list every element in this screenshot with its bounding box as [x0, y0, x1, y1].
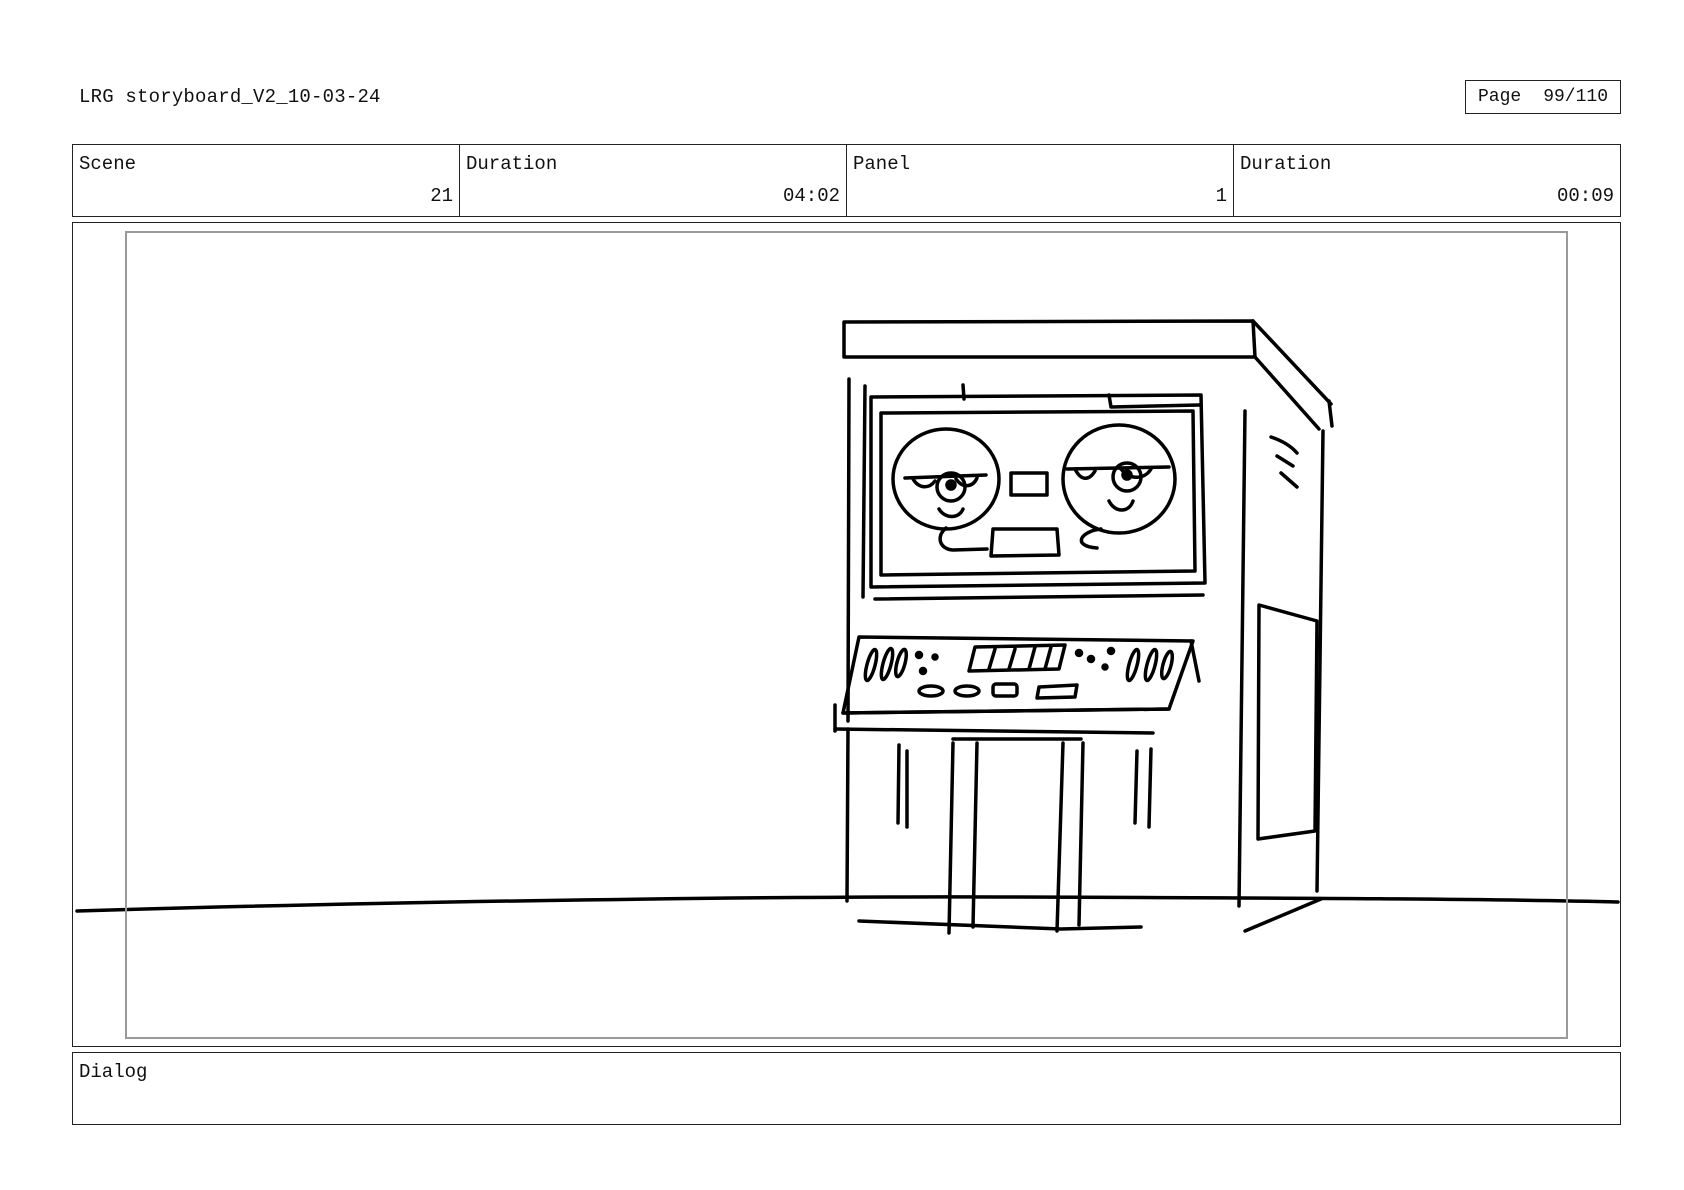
- panel-info-table: Scene 21 Duration 04:02 Panel 1 Duration…: [72, 144, 1621, 217]
- page-number: 99/110: [1543, 87, 1609, 107]
- document-title: LRG storyboard_V2_10-03-24: [79, 86, 381, 108]
- page-label: Page: [1477, 87, 1522, 107]
- scene-label: Scene: [79, 153, 137, 175]
- panel-frame: [72, 222, 1621, 1047]
- panel-cell: Panel 1: [847, 145, 1234, 216]
- dialog-label: Dialog: [79, 1061, 148, 1083]
- dialog-box: Dialog: [72, 1052, 1621, 1125]
- tape-machine-sketch-icon: [75, 319, 1620, 935]
- panel-value: 1: [1215, 185, 1227, 207]
- scene-value: 21: [430, 185, 453, 207]
- scene-duration-cell: Duration 04:02: [460, 145, 847, 216]
- panel-duration-value: 00:09: [1556, 185, 1614, 207]
- page-indicator: Page 99/110: [1465, 80, 1621, 114]
- panel-duration-cell: Duration 00:09: [1234, 145, 1620, 216]
- scene-cell: Scene 21: [73, 145, 460, 216]
- panel-duration-label: Duration: [1240, 153, 1332, 175]
- scene-duration-label: Duration: [466, 153, 558, 175]
- panel-label: Panel: [853, 153, 911, 175]
- scene-duration-value: 04:02: [782, 185, 840, 207]
